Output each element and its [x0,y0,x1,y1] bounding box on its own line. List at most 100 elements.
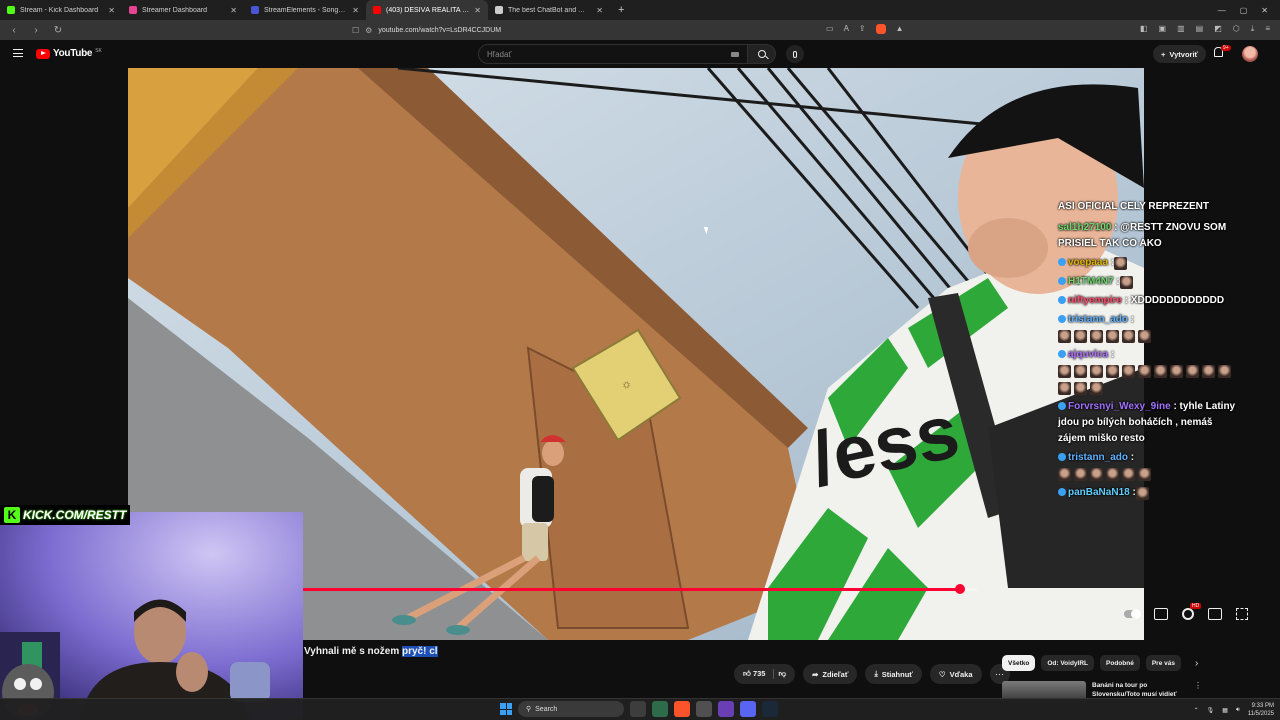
wallet-icon[interactable]: ▤ [1196,24,1204,34]
download-label: Stiahnuť [881,669,913,679]
share-button[interactable]: ➦ Zdieľať [803,664,858,684]
tab-favicon-icon [129,6,137,14]
filter-chip[interactable]: Od: VoidyIRL [1041,655,1095,671]
chat-username: panBaNaN18 [1068,486,1130,498]
browser-tab[interactable]: The best ChatBot and Widgets for K ✕ [488,0,610,20]
extension-icon[interactable]: ▣ [1159,24,1167,34]
chat-message: sal1h27100 : @RESTT ZNOVU SOM PRISIEL TA… [1058,220,1238,252]
create-button[interactable]: + Vytvoriť [1153,45,1207,63]
extension-icon[interactable]: ◧ [1140,24,1148,34]
url-text[interactable]: youtube.com/watch?v=LsDR4CCJDUM [378,27,501,34]
kick-channel-banner: K KICK.COM/RESTT [0,505,131,525]
chat-text: : [1110,349,1115,361]
minimize-icon[interactable]: — [1218,6,1226,15]
tab-close-icon[interactable]: ✕ [230,6,237,15]
download-icon[interactable]: ⤓ [1251,24,1255,34]
chat-emote-icon [1074,330,1087,344]
taskbar-apps: ⚲ Search [500,701,778,717]
network-icon[interactable]: ▦ [1222,707,1228,714]
chat-badge-icon [1058,452,1066,461]
video-progress-bar[interactable] [303,584,977,594]
chat-emote-icon [1074,365,1087,379]
voice-search-button[interactable] [786,45,804,63]
translate-icon[interactable]: A [844,24,849,34]
steam-app-icon[interactable] [762,701,778,717]
recommended-title[interactable]: Banáni na tour po Slovensku/Toto musí vi… [1092,681,1188,699]
filter-chip[interactable]: Všetko [1002,655,1036,671]
filter-chip[interactable]: Pre vás [1145,655,1181,671]
theater-mode-icon[interactable] [1208,608,1222,620]
bookmark-icon[interactable]: ☐ [352,26,359,35]
task-view-icon[interactable] [630,701,646,717]
autoplay-toggle[interactable] [1124,609,1141,619]
search-input[interactable] [487,49,717,59]
extension-icon[interactable]: ◩ [1214,24,1222,34]
taskbar-search[interactable]: ⚲ Search [518,701,624,717]
browser-tab[interactable]: (403) DĚSIVÁ REALITA CHILE ✕ [366,0,488,20]
vpn-icon[interactable]: ⬡ [1233,24,1240,34]
video-title: Vyhnali mě s nožem pryč! cl [304,646,438,657]
hamburger-menu-icon[interactable] [13,49,23,57]
app-icon[interactable] [718,701,734,717]
browser-menu-icon[interactable]: ≡ [1265,24,1270,34]
xbox-app-icon[interactable] [652,701,668,717]
plus-icon: + [1161,49,1166,59]
like-button[interactable]: 👍︎ 735 [743,669,775,679]
browser-tab[interactable]: StreamElements - Songrequest ✕ [244,0,366,20]
browser-navbar: ‹ › ↻ ☐ ⚙ youtube.com/watch?v=LsDR4CCJDU… [0,20,1280,40]
filter-chip[interactable]: Podobné [1100,655,1140,671]
share-icon[interactable]: ⇪ [859,24,866,34]
thanks-button[interactable]: ♡ Vďaka [929,664,982,684]
chat-message: tristann_ado : [1058,450,1238,482]
new-tab-button[interactable]: + [610,4,632,16]
tab-close-icon[interactable]: ✕ [596,6,603,15]
chat-emote-icon [1202,365,1215,379]
download-button[interactable]: ⤓ Stiahnuť [865,664,922,684]
chat-text: : [1130,451,1135,463]
region-code: SK [95,47,102,54]
chat-header-line: ASI OFICIAL CELY REPREZENT [1058,201,1209,212]
like-count: 735 [752,669,766,678]
tray-chevron-icon[interactable]: ⌃ [1194,707,1199,714]
volume-icon[interactable]: 🔊︎ [1236,707,1240,714]
browser-tab-strip: Stream - Kick Dashboard ✕ Streamer Dashboa… [0,0,1280,20]
windows-start-icon[interactable] [500,703,512,715]
brave-rewards-icon[interactable]: ▲ [896,24,904,34]
fullscreen-icon[interactable] [1236,608,1248,620]
player-controls [1124,608,1248,620]
tab-close-icon[interactable]: ✕ [352,6,359,15]
obs-app-icon[interactable] [696,701,712,717]
close-window-icon[interactable]: ✕ [1261,6,1268,15]
site-info-icon[interactable]: ⚙ [365,26,372,35]
sidebar-icon[interactable]: ▥ [1177,24,1185,34]
youtube-logo[interactable]: YouTube SK [36,48,102,59]
clock-date: 11/5/2025 [1247,711,1274,717]
tab-close-icon[interactable]: ✕ [108,6,115,15]
chat-emote-icon [1135,486,1149,500]
cast-icon[interactable]: ▭ [826,24,834,34]
reload-icon[interactable]: ↻ [50,25,66,36]
mic-tray-icon[interactable]: 🎙︎ [1207,707,1215,714]
chat-message: panBaNaN18 : [1058,485,1238,501]
tab-close-icon[interactable]: ✕ [474,6,481,15]
maximize-icon[interactable]: ▢ [1240,6,1248,15]
search-button[interactable] [748,44,776,64]
keyboard-icon[interactable] [731,52,739,57]
system-clock[interactable]: 9:33 PM 11/5/2025 [1248,702,1274,718]
discord-app-icon[interactable] [740,701,756,717]
brave-app-icon[interactable] [674,701,690,717]
settings-gear-icon[interactable] [1182,608,1194,620]
subtitles-icon[interactable] [1154,608,1168,620]
recommendation-chips: Všetko Od: VoidyIRL Podobné Pre vás › [1002,655,1198,671]
dislike-button[interactable]: 👎︎ [778,669,786,679]
forward-icon[interactable]: › [28,25,44,36]
chat-message: ajquvica : [1058,347,1238,395]
browser-tab[interactable]: Streamer Dashboard ✕ [122,0,244,20]
account-avatar[interactable] [1242,46,1258,62]
brave-shields-icon[interactable] [875,24,886,34]
back-icon[interactable]: ‹ [6,25,22,36]
chat-badge-icon [1058,487,1066,496]
chat-emote-icon [1058,330,1071,344]
browser-tab[interactable]: Stream - Kick Dashboard ✕ [0,0,122,20]
chips-next-arrow-icon[interactable]: › [1195,658,1198,669]
